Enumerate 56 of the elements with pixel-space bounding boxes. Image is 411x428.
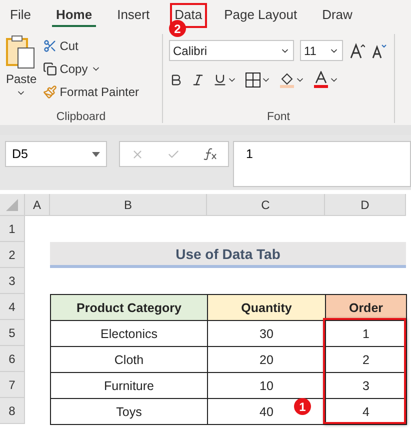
step-badge: 2 — [169, 20, 186, 37]
shrink-font-icon — [371, 42, 387, 58]
row-header[interactable]: 6 — [0, 346, 25, 372]
borders-button[interactable] — [245, 72, 271, 88]
column-header[interactable]: D — [325, 194, 406, 216]
name-box[interactable]: D5 — [5, 141, 107, 167]
grid-icon — [245, 72, 261, 88]
bold-button[interactable] — [169, 73, 183, 87]
row-header[interactable]: 5 — [0, 320, 25, 346]
paste-button[interactable]: Paste — [6, 34, 37, 111]
ribbon-tab[interactable]: Page Layout — [220, 4, 302, 26]
column-header[interactable]: B — [50, 194, 207, 216]
bold-icon — [169, 73, 183, 87]
row-header[interactable]: 8 — [0, 398, 25, 424]
copy-button[interactable]: Copy — [42, 59, 140, 78]
cut-button[interactable]: Cut — [42, 36, 140, 55]
copy-icon — [42, 62, 57, 76]
header-cell: Product Category — [50, 294, 208, 321]
group-label: Font — [266, 111, 291, 123]
ribbon-tab[interactable]: Draw — [318, 4, 356, 26]
group-label: Clipboard — [55, 111, 107, 123]
column-header[interactable]: C — [207, 194, 325, 216]
format-painter-button[interactable]: Format Painter — [42, 82, 140, 101]
ribbon-tab[interactable]: Insert — [113, 4, 154, 26]
row-header[interactable]: 1 — [0, 216, 25, 242]
row-header[interactable]: 4 — [0, 294, 25, 320]
dropdown-arrow-icon — [92, 152, 100, 156]
table-cell: 4 — [325, 398, 407, 425]
insert-function-icon — [202, 148, 217, 160]
row-header[interactable]: 3 — [0, 268, 25, 294]
scissors-icon — [42, 38, 57, 52]
paint-bucket-icon — [279, 71, 295, 89]
italic-icon — [191, 73, 205, 87]
table-cell: Toys — [50, 398, 208, 425]
formula-field[interactable]: 1 — [233, 141, 411, 187]
checkmark-icon — [166, 148, 180, 160]
header-cell: Quantity — [207, 294, 326, 321]
title-cell: Use of Data Tab — [50, 242, 406, 268]
font-color-icon — [313, 71, 329, 89]
row-header[interactable]: 2 — [0, 242, 25, 268]
column-header[interactable]: A — [25, 194, 50, 216]
grow-font-icon — [349, 42, 365, 58]
fill-color-button[interactable] — [279, 71, 305, 89]
triangle-icon — [6, 198, 18, 210]
close-icon — [131, 148, 144, 160]
underline-button[interactable] — [213, 73, 237, 87]
ribbon-tab[interactable]: File — [6, 4, 35, 26]
font-color-button[interactable] — [313, 71, 339, 89]
row-header[interactable]: 7 — [0, 372, 25, 398]
clipboard-icon — [6, 34, 36, 70]
underline-icon — [213, 73, 227, 87]
italic-button[interactable] — [191, 73, 205, 87]
font-name-dropdown[interactable]: Calibri — [169, 40, 294, 61]
font-size-dropdown[interactable]: 11 — [300, 40, 343, 61]
ribbon-tab[interactable]: Home — [52, 4, 96, 26]
paintbrush-icon — [42, 84, 57, 98]
